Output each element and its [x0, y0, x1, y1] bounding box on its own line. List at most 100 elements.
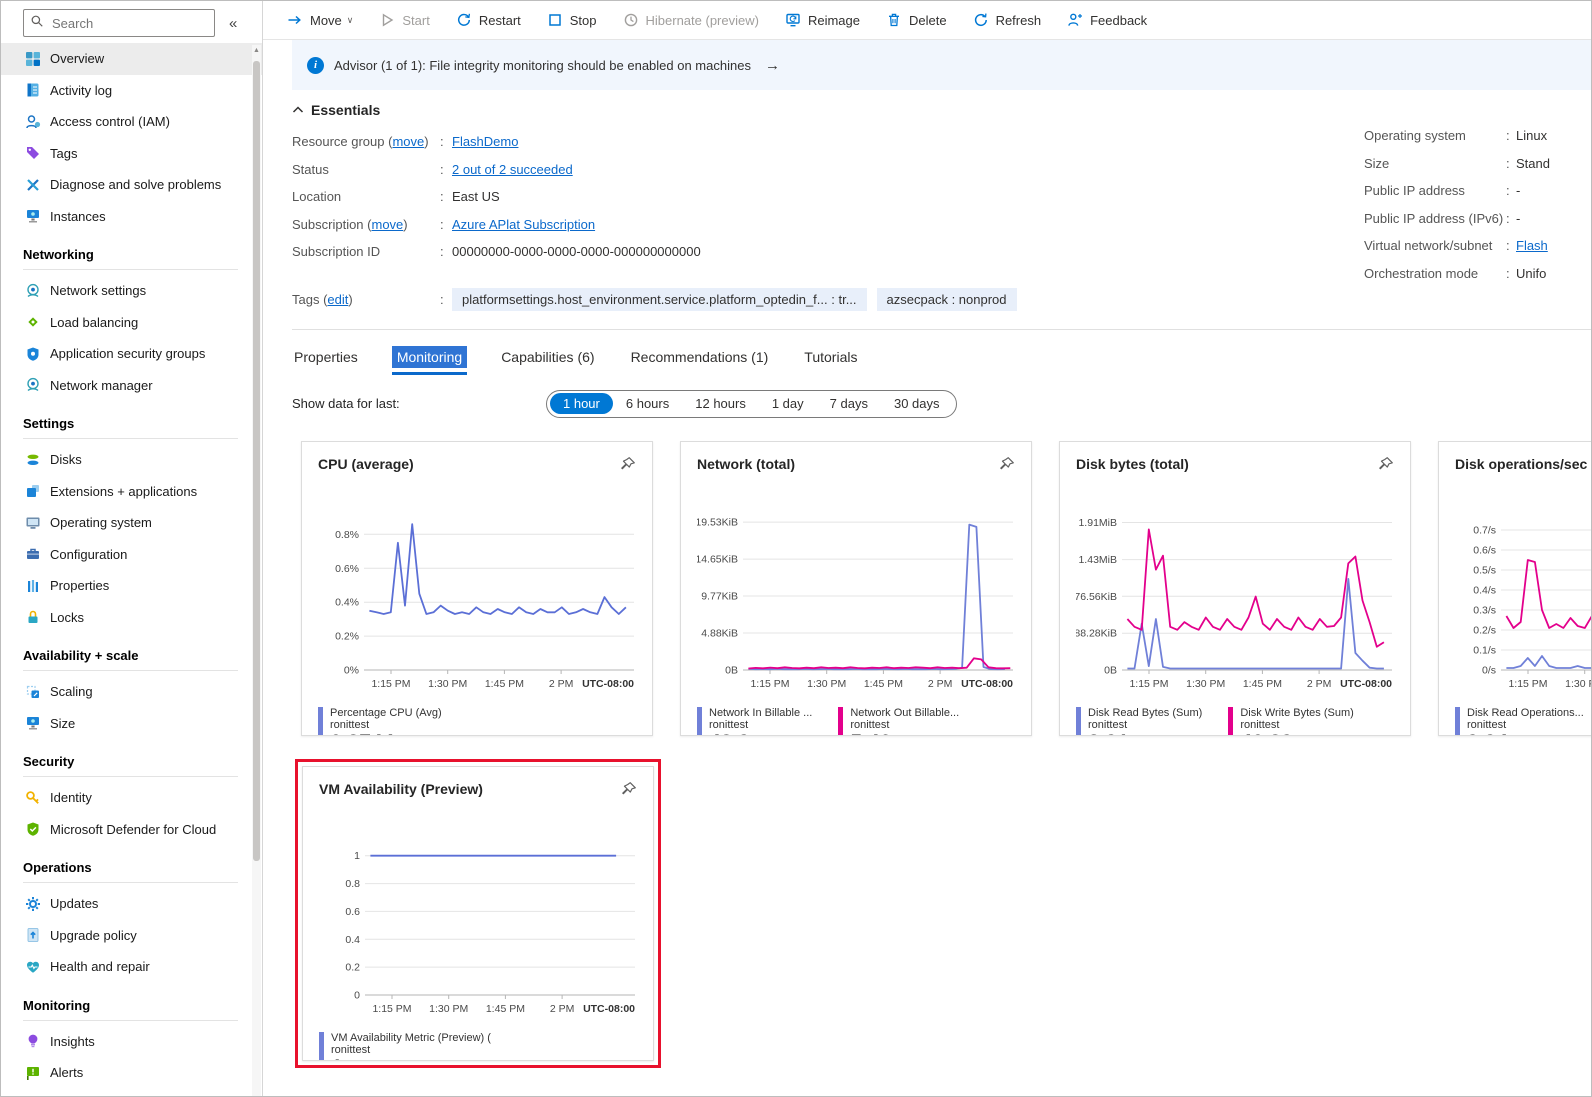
- info-icon: i: [307, 57, 324, 74]
- sidebar-item-tags[interactable]: Tags: [1, 138, 262, 170]
- svg-text:1:30 PM: 1:30 PM: [428, 678, 467, 690]
- essentials-value-link[interactable]: FlashDemo: [452, 134, 518, 149]
- sidebar-item-alerts[interactable]: Alerts: [1, 1057, 262, 1089]
- legend-value: 9.94m/s: [1467, 732, 1584, 736]
- chart-title: Disk bytes (total): [1076, 456, 1189, 472]
- collapse-sidebar-button[interactable]: «: [223, 13, 243, 34]
- svg-text:0/s: 0/s: [1482, 664, 1496, 676]
- toolbar-feedback-button[interactable]: Feedback: [1067, 12, 1147, 28]
- range-7-days[interactable]: 7 days: [817, 393, 881, 414]
- sidebar-item-operating-system[interactable]: Operating system: [1, 507, 262, 539]
- sidebar-item-extensions-applications[interactable]: Extensions + applications: [1, 476, 262, 508]
- sidebar-item-configuration[interactable]: Configuration: [1, 539, 262, 571]
- edit-tags-link[interactable]: edit: [327, 292, 348, 307]
- sidebar-item-instances[interactable]: Instances: [1, 201, 262, 233]
- essentials-inline-link[interactable]: move: [371, 217, 403, 232]
- essentials-value-link[interactable]: 2 out of 2 succeeded: [452, 162, 573, 177]
- command-bar: Move∨ Start Restart Stop Hibernate (preview)…: [263, 1, 1591, 40]
- tag-chip: azsecpack : nonprod: [877, 288, 1017, 311]
- sidebar-item-access-control-iam-[interactable]: Access control (IAM): [1, 106, 262, 138]
- sidebar-search[interactable]: [23, 9, 215, 37]
- svg-text:0.8: 0.8: [345, 878, 360, 890]
- pin-chart-button[interactable]: [620, 781, 637, 803]
- metric-card-disk-bytes-total-: Disk bytes (total)0B488.28KiB976.56KiB1.…: [1059, 441, 1411, 736]
- extensions-icon: [25, 483, 41, 499]
- sidebar-item-overview[interactable]: Overview: [1, 43, 262, 75]
- sidebar-item-size[interactable]: Size: [1, 708, 262, 740]
- toolbar-move-button[interactable]: Move∨: [287, 12, 353, 28]
- sidebar-item-network-settings[interactable]: Network settings: [1, 275, 262, 307]
- section-divider: [23, 776, 238, 777]
- sidebar-scrollbar[interactable]: ▲: [252, 45, 261, 1096]
- range-12-hours[interactable]: 12 hours: [682, 393, 759, 414]
- sidebar-item-upgrade-policy[interactable]: Upgrade policy: [1, 920, 262, 952]
- sidebar-item-label: Operating system: [50, 515, 152, 530]
- chart-title: CPU (average): [318, 456, 414, 472]
- diagnose-icon: [25, 177, 41, 193]
- range-1-day[interactable]: 1 day: [759, 393, 817, 414]
- move-icon: [287, 12, 303, 28]
- sidebar-item-updates[interactable]: Updates: [1, 888, 262, 920]
- advisor-banner[interactable]: i Advisor (1 of 1): File integrity monit…: [292, 40, 1591, 90]
- essentials-inline-link[interactable]: move: [392, 134, 424, 149]
- toolbar-reimage-button[interactable]: Reimage: [785, 12, 860, 28]
- tab-properties[interactable]: Properties: [292, 346, 360, 368]
- sidebar-item-activity-log[interactable]: Activity log: [1, 75, 262, 107]
- stop-icon: [547, 12, 563, 28]
- sidebar-item-load-balancing[interactable]: Load balancing: [1, 307, 262, 339]
- toolbar-delete-button[interactable]: Delete: [886, 12, 947, 28]
- sidebar-section-header: Operations: [1, 845, 262, 882]
- banner-arrow-icon[interactable]: →: [765, 57, 780, 74]
- scrollbar-up-arrow[interactable]: ▲: [252, 47, 261, 54]
- range-1-hour[interactable]: 1 hour: [550, 393, 613, 414]
- overview-icon: [25, 51, 41, 67]
- pin-chart-button[interactable]: [619, 456, 636, 478]
- essentials-value-link[interactable]: Azure APlat Subscription: [452, 217, 595, 232]
- sidebar-item-insights[interactable]: Insights: [1, 1026, 262, 1058]
- toolbar-restart-button[interactable]: Restart: [456, 12, 521, 28]
- chart-title: VM Availability (Preview): [319, 781, 483, 797]
- toolbar-stop-button[interactable]: Stop: [547, 12, 597, 28]
- essentials-value-link[interactable]: Flash: [1516, 238, 1548, 253]
- range-6-hours[interactable]: 6 hours: [613, 393, 682, 414]
- toolbar-hibernate-preview--button[interactable]: Hibernate (preview): [623, 12, 759, 28]
- sidebar-item-label: Overview: [50, 51, 104, 66]
- sidebar-item-health-and-repair[interactable]: Health and repair: [1, 951, 262, 983]
- sidebar-item-identity[interactable]: Identity: [1, 782, 262, 814]
- svg-text:0.1/s: 0.1/s: [1473, 644, 1496, 656]
- sidebar-item-locks[interactable]: Locks: [1, 602, 262, 634]
- time-range-row: Show data for last: 1 hour6 hours12 hour…: [292, 390, 1591, 418]
- time-range-label: Show data for last:: [292, 396, 546, 411]
- search-input[interactable]: [50, 15, 208, 32]
- disks-icon: [25, 452, 41, 468]
- chart-canvas: 0B4.88KiB9.77KiB14.65KiB19.53KiB1:15 PM1…: [697, 502, 1015, 700]
- sidebar-item-disks[interactable]: Disks: [1, 444, 262, 476]
- chart-legend: Disk Read Operations...ronittest9.94m/s: [1455, 707, 1591, 736]
- toolbar-button-label: Move: [310, 13, 342, 28]
- svg-text:1:45 PM: 1:45 PM: [486, 1003, 525, 1015]
- sidebar-item-label: Tags: [50, 146, 77, 161]
- tab-tutorials[interactable]: Tutorials: [802, 346, 859, 368]
- legend-metric-name: Percentage CPU (Avg): [330, 707, 442, 719]
- defender-icon: [25, 821, 41, 837]
- sidebar-item-label: Insights: [50, 1034, 95, 1049]
- tab-capabilities-6-[interactable]: Capabilities (6): [499, 346, 596, 368]
- sidebar-item-application-security-groups[interactable]: Application security groups: [1, 338, 262, 370]
- sidebar-item-properties[interactable]: Properties: [1, 570, 262, 602]
- scrollbar-thumb[interactable]: [253, 61, 260, 861]
- sidebar-item-diagnose-and-solve-problems[interactable]: Diagnose and solve problems: [1, 169, 262, 201]
- tab-recommendations-1-[interactable]: Recommendations (1): [629, 346, 771, 368]
- toolbar-refresh-button[interactable]: Refresh: [973, 12, 1042, 28]
- tab-monitoring[interactable]: Monitoring: [392, 346, 467, 368]
- pivot-tabs: Properties Monitoring Capabilities (6) Reco…: [292, 346, 1591, 368]
- svg-text:4.88KiB: 4.88KiB: [701, 627, 738, 639]
- range-30-days[interactable]: 30 days: [881, 393, 953, 414]
- section-divider: [23, 438, 238, 439]
- sidebar-item-network-manager[interactable]: Network manager: [1, 370, 262, 402]
- pin-chart-button[interactable]: [1377, 456, 1394, 478]
- sidebar-item-microsoft-defender-for-cloud[interactable]: Microsoft Defender for Cloud: [1, 814, 262, 846]
- sidebar-item-scaling[interactable]: Scaling: [1, 676, 262, 708]
- pin-chart-button[interactable]: [998, 456, 1015, 478]
- chart-plot: 0B4.88KiB9.77KiB14.65KiB19.53KiB1:15 PM1…: [697, 502, 1015, 705]
- toolbar-start-button[interactable]: Start: [379, 12, 429, 28]
